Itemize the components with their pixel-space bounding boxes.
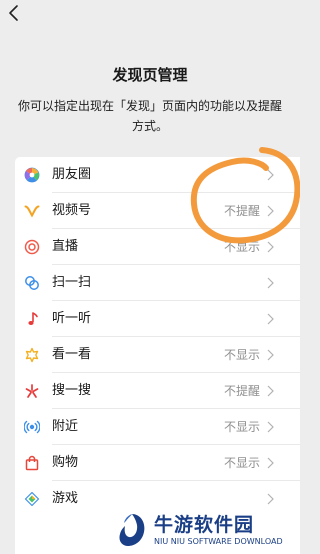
moments-icon — [24, 167, 40, 183]
chevron-right-icon — [267, 421, 274, 433]
chevron-right-icon — [267, 313, 274, 325]
live-icon — [24, 239, 40, 255]
row-channels[interactable]: 视频号 不提醒 — [15, 193, 300, 229]
scan-icon — [25, 276, 39, 290]
row-label: 附近 — [52, 419, 79, 434]
chevron-right-icon — [267, 385, 274, 397]
row-status: 不显示 — [223, 348, 260, 362]
row-label: 视频号 — [52, 203, 92, 218]
row-status: 不显示 — [223, 456, 260, 470]
row-label: 购物 — [52, 455, 79, 470]
channels-icon — [24, 205, 40, 218]
music-note-icon — [28, 312, 38, 325]
row-status: 不提醒 — [223, 384, 260, 398]
nearby-icon — [24, 420, 40, 434]
shopping-bag-icon — [25, 455, 39, 471]
row-status: 不显示 — [223, 420, 260, 434]
row-top-stories[interactable]: 看一看 不显示 — [15, 337, 300, 373]
chevron-right-icon — [267, 493, 274, 505]
row-label: 看一看 — [52, 347, 92, 362]
watermark-logo-icon — [119, 514, 145, 546]
chevron-right-icon — [267, 205, 274, 217]
chevron-right-icon — [267, 241, 274, 253]
game-icon — [24, 491, 40, 507]
row-live[interactable]: 直播 不显示 — [15, 229, 300, 265]
row-label: 游戏 — [52, 491, 79, 506]
row-status: 不提醒 — [223, 204, 260, 218]
chevron-right-icon — [267, 457, 274, 469]
chevron-right-icon — [267, 349, 274, 361]
row-search[interactable]: 搜一搜 不提醒 — [15, 373, 300, 409]
discover-feature-list: 朋友圈 视频号 不提醒 直播 不显示 扫一扫 听一听 看一看 不显示 搜一搜 不… — [15, 157, 300, 554]
back-arrow-icon[interactable] — [4, 2, 26, 24]
row-label: 搜一搜 — [52, 383, 92, 398]
row-listen[interactable]: 听一听 — [15, 301, 300, 337]
row-label: 扫一扫 — [52, 275, 92, 290]
top-stories-icon — [25, 347, 39, 363]
row-nearby[interactable]: 附近 不显示 — [15, 409, 300, 445]
watermark: 牛游软件园 NIU NIU SOFTWARE DOWNLOAD — [114, 508, 300, 554]
row-scan[interactable]: 扫一扫 — [15, 265, 300, 301]
row-status: 不显示 — [223, 240, 260, 254]
chevron-right-icon — [267, 169, 274, 181]
row-label: 朋友圈 — [52, 167, 92, 182]
watermark-subtext: NIU NIU SOFTWARE DOWNLOAD — [154, 537, 283, 546]
row-shopping[interactable]: 购物 不显示 — [15, 445, 300, 481]
row-label: 直播 — [52, 239, 79, 254]
search-icon — [25, 384, 39, 398]
page-description: 你可以指定出现在「发现」页面内的功能以及提醒方式。 — [17, 99, 282, 133]
row-label: 听一听 — [52, 311, 92, 326]
chevron-right-icon — [267, 277, 274, 289]
watermark-text: 牛游软件园 — [154, 514, 255, 536]
page-title: 发现页管理 — [112, 66, 188, 84]
row-moments[interactable]: 朋友圈 — [15, 157, 300, 193]
